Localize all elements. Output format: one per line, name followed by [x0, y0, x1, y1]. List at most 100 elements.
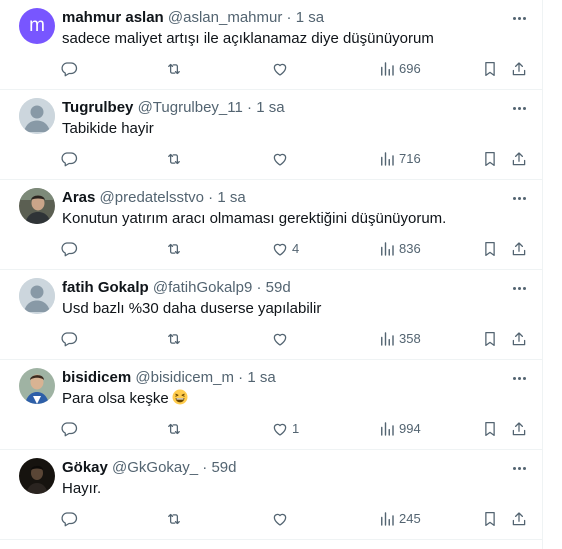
separator-dot: ·: [202, 459, 208, 476]
reply-tweet[interactable]: fatih Gokalp @fatihGokalp9 · 59d Usd baz…: [0, 270, 543, 360]
like-button[interactable]: [271, 59, 292, 79]
views-bar-chart-icon: [381, 152, 394, 166]
reply-bubble-icon: [61, 422, 78, 437]
like-button[interactable]: [271, 509, 292, 529]
timestamp[interactable]: 1 sa: [217, 189, 245, 206]
more-icon[interactable]: [508, 10, 530, 26]
heart-icon: [273, 423, 287, 436]
reply-tweet[interactable]: bisidicem @bisidicem_m · 1 sa Para olsa …: [0, 360, 543, 450]
more-icon[interactable]: [508, 190, 530, 206]
bookmark-button[interactable]: [481, 59, 499, 79]
heart-icon: [273, 243, 287, 256]
reply-button[interactable]: [60, 239, 81, 259]
reply-button[interactable]: [60, 329, 81, 349]
reply-button[interactable]: [60, 509, 81, 529]
view-count: 245: [399, 511, 421, 526]
display-name[interactable]: fatih Gokalp: [62, 279, 149, 296]
reply-tweet[interactable]: Gökay @GkGokay_ · 59d Hayır. 245: [0, 450, 543, 540]
retweet-icon: [168, 423, 180, 435]
timestamp[interactable]: 59d: [266, 279, 291, 296]
separator-dot: ·: [247, 99, 253, 116]
avatar[interactable]: [19, 368, 55, 404]
like-button[interactable]: 4: [271, 239, 299, 259]
timestamp[interactable]: 1 sa: [247, 369, 275, 386]
bookmark-icon: [485, 421, 495, 437]
display-name[interactable]: Tugrulbey: [62, 99, 133, 116]
reply-tweet[interactable]: Aras @predatelsstvo · 1 sa Konutun yatır…: [0, 180, 543, 270]
user-handle[interactable]: @predatelsstvo: [100, 189, 204, 206]
share-button[interactable]: [510, 509, 528, 529]
bookmark-button[interactable]: [481, 149, 499, 169]
share-button[interactable]: [510, 59, 528, 79]
retweet-button[interactable]: [165, 59, 186, 79]
share-button[interactable]: [510, 419, 528, 439]
view-count: 696: [399, 61, 421, 76]
avatar[interactable]: [19, 278, 55, 314]
bookmark-button[interactable]: [481, 509, 499, 529]
like-button[interactable]: [271, 149, 292, 169]
views-button[interactable]: 836: [378, 239, 421, 259]
view-count: 994: [399, 421, 421, 436]
retweet-button[interactable]: [165, 329, 186, 349]
retweet-icon: [168, 513, 180, 525]
default-profile-icon: [19, 98, 55, 134]
avatar[interactable]: m: [19, 8, 55, 44]
user-handle[interactable]: @Tugrulbey_11: [138, 99, 243, 116]
reply-button[interactable]: [60, 59, 81, 79]
retweet-button[interactable]: [165, 239, 186, 259]
user-handle[interactable]: @fatihGokalp9: [153, 279, 252, 296]
separator-dot: ·: [208, 189, 214, 206]
share-upload-icon: [512, 332, 526, 346]
like-count: 4: [292, 241, 300, 256]
views-button[interactable]: 358: [378, 329, 421, 349]
like-count: 1: [292, 421, 300, 436]
display-name[interactable]: mahmur aslan: [62, 9, 164, 26]
retweet-button[interactable]: [165, 149, 186, 169]
reply-tweet[interactable]: m mahmur aslan @aslan_mahmur · 1 sa sade…: [0, 0, 543, 90]
bookmark-button[interactable]: [481, 239, 499, 259]
user-handle[interactable]: @aslan_mahmur: [168, 9, 282, 26]
tweet-text: Usd bazlı %30 daha duserse yapılabilir: [62, 300, 322, 317]
timestamp[interactable]: 1 sa: [296, 9, 324, 26]
views-button[interactable]: 716: [378, 149, 421, 169]
bookmark-button[interactable]: [481, 329, 499, 349]
more-icon[interactable]: [508, 460, 530, 476]
reply-button[interactable]: [60, 419, 81, 439]
share-upload-icon: [512, 242, 526, 256]
bookmark-button[interactable]: [481, 419, 499, 439]
view-count: 358: [399, 331, 421, 346]
more-icon[interactable]: [508, 280, 530, 296]
separator-dot: ·: [256, 279, 262, 296]
profile-photo: [19, 188, 55, 224]
retweet-button[interactable]: [165, 419, 186, 439]
avatar-letter: m: [29, 15, 45, 36]
reply-button[interactable]: [60, 149, 81, 169]
share-button[interactable]: [510, 239, 528, 259]
heart-icon: [273, 63, 287, 76]
views-button[interactable]: 994: [378, 419, 421, 439]
display-name[interactable]: bisidicem: [62, 369, 131, 386]
timestamp[interactable]: 1 sa: [256, 99, 284, 116]
avatar[interactable]: [19, 188, 55, 224]
user-handle[interactable]: @GkGokay_: [112, 459, 198, 476]
display-name[interactable]: Aras: [62, 189, 95, 206]
more-icon[interactable]: [508, 100, 530, 116]
retweet-button[interactable]: [165, 509, 186, 529]
views-button[interactable]: 696: [378, 59, 421, 79]
user-handle[interactable]: @bisidicem_m: [135, 369, 234, 386]
more-icon[interactable]: [508, 370, 530, 386]
like-button[interactable]: 1: [271, 419, 299, 439]
views-button[interactable]: 245: [378, 509, 421, 529]
retweet-icon: [168, 63, 180, 75]
timestamp[interactable]: 59d: [211, 459, 236, 476]
profile-photo: [19, 368, 55, 404]
avatar[interactable]: [19, 98, 55, 134]
avatar[interactable]: [19, 458, 55, 494]
reply-tweet[interactable]: Tugrulbey @Tugrulbey_11 · 1 sa Tabikide …: [0, 90, 543, 180]
share-button[interactable]: [510, 149, 528, 169]
share-upload-icon: [512, 62, 526, 76]
display-name[interactable]: Gökay: [62, 459, 108, 476]
like-button[interactable]: [271, 329, 292, 349]
bookmark-icon: [485, 511, 495, 527]
share-button[interactable]: [510, 329, 528, 349]
